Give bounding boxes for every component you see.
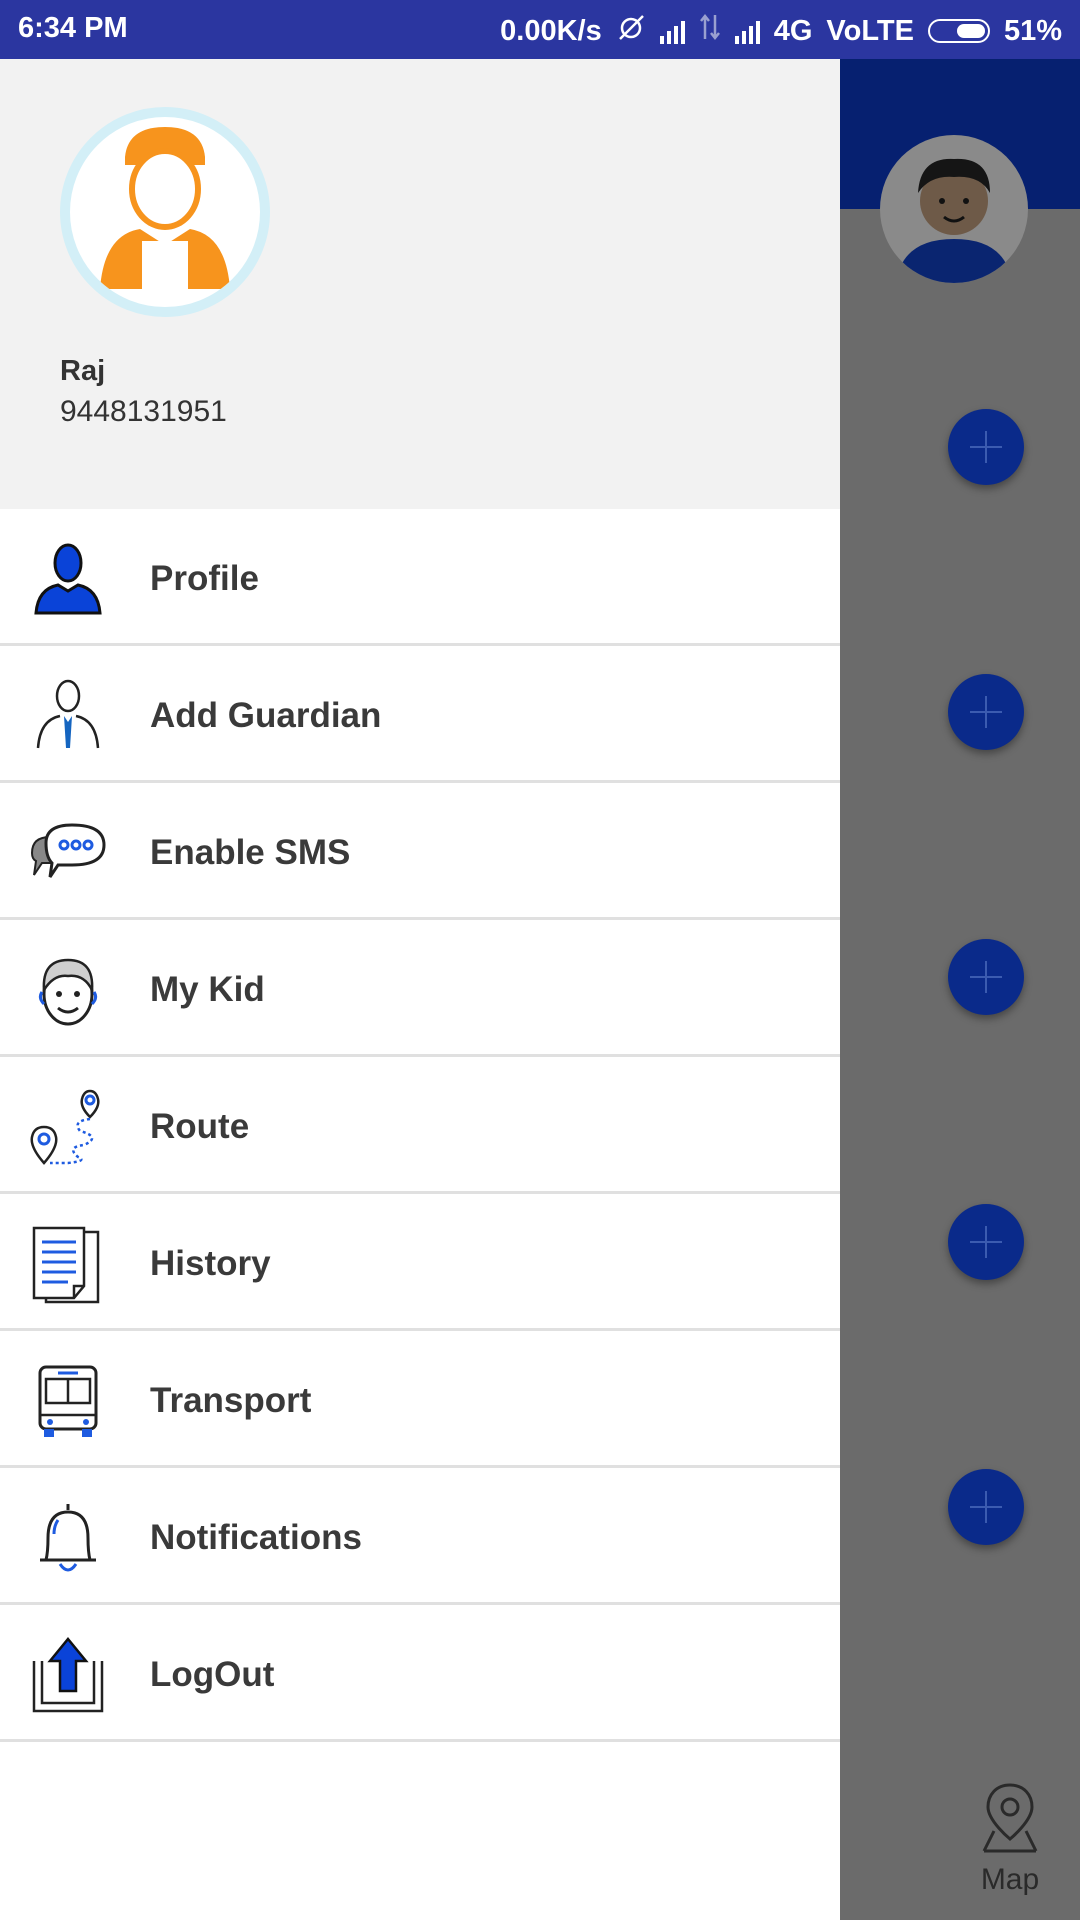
add-button-2[interactable] xyxy=(948,674,1024,750)
profile-icon xyxy=(28,539,108,619)
volte-label: VoLTE xyxy=(826,14,914,47)
battery-icon xyxy=(927,19,990,43)
bell-icon xyxy=(28,1498,108,1578)
menu-label: Notifications xyxy=(150,1518,362,1557)
menu-label: My Kid xyxy=(150,970,265,1009)
menu-item-add-guardian[interactable]: Add Guardian xyxy=(0,646,840,783)
user-name: Raj xyxy=(60,355,106,387)
network-type: 4G xyxy=(773,14,813,47)
kid-icon xyxy=(28,950,108,1030)
menu-item-notifications[interactable]: Notifications xyxy=(0,1468,840,1605)
menu-label: Transport xyxy=(150,1381,312,1420)
mute-alarm-icon xyxy=(616,12,646,50)
menu-label: Enable SMS xyxy=(150,833,351,872)
user-avatar[interactable] xyxy=(60,107,270,317)
status-time: 6:34 PM xyxy=(18,12,128,44)
add-button-1[interactable] xyxy=(948,409,1024,485)
battery-percent: 51% xyxy=(1003,14,1062,47)
map-tab[interactable]: Map xyxy=(940,1779,1080,1897)
bus-icon xyxy=(28,1361,108,1441)
background-app: Map xyxy=(840,59,1080,1920)
menu-item-transport[interactable]: Transport xyxy=(0,1331,840,1468)
history-icon xyxy=(28,1224,108,1304)
menu-item-logout[interactable]: LogOut xyxy=(0,1605,840,1742)
status-bar: 6:34 PM 0.00K/s 4G VoLTE 51% xyxy=(0,0,1080,59)
menu-label: Add Guardian xyxy=(150,696,382,735)
user-phone: 9448131951 xyxy=(60,395,227,428)
logout-icon xyxy=(28,1635,108,1715)
menu-item-profile[interactable]: Profile xyxy=(0,509,840,646)
menu-item-history[interactable]: History xyxy=(0,1194,840,1331)
map-pin-icon xyxy=(982,1783,1038,1853)
menu-item-route[interactable]: Route xyxy=(0,1057,840,1194)
drawer-menu: Profile Add Guardian Enable SMS My Kid R… xyxy=(0,509,840,1742)
menu-label: LogOut xyxy=(150,1655,275,1694)
menu-label: Profile xyxy=(150,559,259,598)
kid-avatar[interactable] xyxy=(880,135,1028,283)
add-button-3[interactable] xyxy=(948,939,1024,1015)
navigation-drawer: Raj 9448131951 Profile Add Guardian Enab… xyxy=(0,59,840,1920)
menu-label: Route xyxy=(150,1107,250,1146)
guardian-icon xyxy=(28,676,108,756)
signal-icon xyxy=(659,18,685,44)
add-button-4[interactable] xyxy=(948,1204,1024,1280)
drawer-header: Raj 9448131951 xyxy=(0,59,840,509)
menu-label: History xyxy=(150,1244,271,1283)
menu-item-my-kid[interactable]: My Kid xyxy=(0,920,840,1057)
sms-icon xyxy=(28,813,108,893)
route-icon xyxy=(28,1087,108,1167)
menu-item-enable-sms[interactable]: Enable SMS xyxy=(0,783,840,920)
data-arrows-icon xyxy=(699,13,721,49)
net-speed: 0.00K/s xyxy=(500,14,602,47)
signal-icon-2 xyxy=(734,18,760,44)
add-button-5[interactable] xyxy=(948,1469,1024,1545)
map-tab-label: Map xyxy=(980,1863,1040,1896)
